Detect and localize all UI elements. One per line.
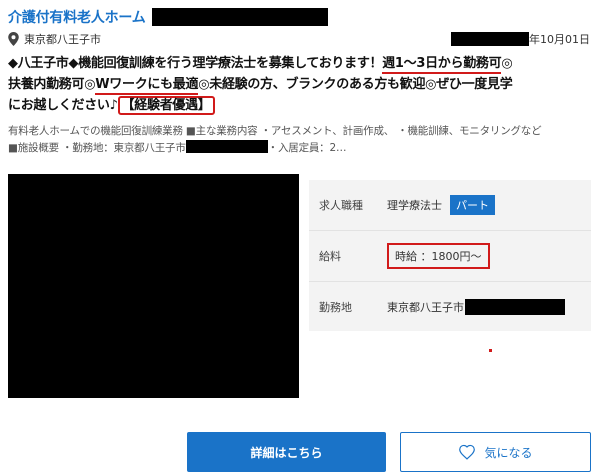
headline-emphasis-days: 週1～3日から勤務可 bbox=[382, 56, 502, 74]
headline-emphasis-experience: 【経験者優遇】 bbox=[117, 96, 215, 115]
location-text: 東京都八王子市 bbox=[24, 33, 101, 46]
description-text: ・入居定員：2… bbox=[267, 142, 347, 154]
redacted-year bbox=[451, 32, 529, 46]
listing-description: 有料老人ホームでの機能回復訓練業務 ■主な業務内容 ・アセスメント、計画作成、 … bbox=[8, 123, 594, 157]
redacted-workplace-address bbox=[465, 298, 565, 315]
favorite-button[interactable]: 気になる bbox=[400, 432, 591, 472]
location-row: 東京都八王子市 bbox=[8, 30, 101, 48]
workplace-value: 東京都八王子市 bbox=[387, 300, 464, 314]
map-pin-icon bbox=[8, 32, 19, 46]
salary-value: 時給 ：1800円～ bbox=[387, 242, 490, 269]
heart-icon bbox=[459, 444, 476, 460]
salary-row: 給料 時給 ：1800円～ bbox=[309, 230, 591, 280]
job-type-label: 求人職種 bbox=[319, 199, 363, 212]
facility-photo[interactable] bbox=[8, 174, 299, 398]
workplace-row: 勤務地 東京都八王子市 bbox=[309, 281, 591, 331]
employment-type-badge: パート bbox=[450, 195, 495, 215]
listing-title[interactable]: 介護付有料老人ホーム bbox=[8, 7, 146, 27]
headline-text: 扶養内勤務可◎ bbox=[8, 77, 96, 92]
description-line-1: 有料老人ホームでの機能回復訓練業務 ■主な業務内容 ・アセスメント、計画作成、 … bbox=[8, 125, 542, 137]
job-info-panel: 求人職種 理学療法士 パート 給料 時給 ：1800円～ 勤務地 東京都八王子市 bbox=[309, 180, 591, 331]
job-type-row: 求人職種 理学療法士 パート bbox=[309, 180, 591, 230]
red-marker-dot bbox=[489, 349, 492, 352]
headline-text: ◆八王子市◆機能回復訓練を行う理学療法士を募集しております！ bbox=[8, 56, 383, 71]
listing-title-row: 介護付有料老人ホーム bbox=[8, 6, 328, 28]
headline-text: ◎ bbox=[501, 56, 513, 71]
job-type-value: 理学療法士 bbox=[387, 199, 442, 212]
description-line-2: ■施設概要 ・勤務地：東京都八王子市 ・入居定員：2… bbox=[8, 140, 594, 157]
description-text: ■施設概要 ・勤務地：東京都八王子市 bbox=[8, 142, 186, 154]
redacted-address bbox=[185, 140, 268, 153]
posted-date: 年10月01日 bbox=[529, 33, 590, 46]
posted-date-row: 年10月01日 bbox=[451, 30, 590, 48]
salary-label: 給料 bbox=[319, 249, 341, 263]
headline-text: ◎未経験の方、ブランクのある方も歓迎◎ぜひ一度見学 bbox=[198, 77, 513, 92]
headline-text: にお越しください♪ bbox=[8, 98, 118, 113]
details-button[interactable]: 詳細はこちら bbox=[187, 432, 386, 472]
favorite-button-label: 気になる bbox=[484, 445, 533, 460]
redacted-facility-name bbox=[151, 8, 328, 26]
workplace-label: 勤務地 bbox=[319, 300, 352, 314]
headline-emphasis-double-work: Wワークにも最適 bbox=[95, 77, 199, 95]
listing-headline: ◆八王子市◆機能回復訓練を行う理学療法士を募集しております！週1～3日から勤務可… bbox=[8, 53, 594, 116]
